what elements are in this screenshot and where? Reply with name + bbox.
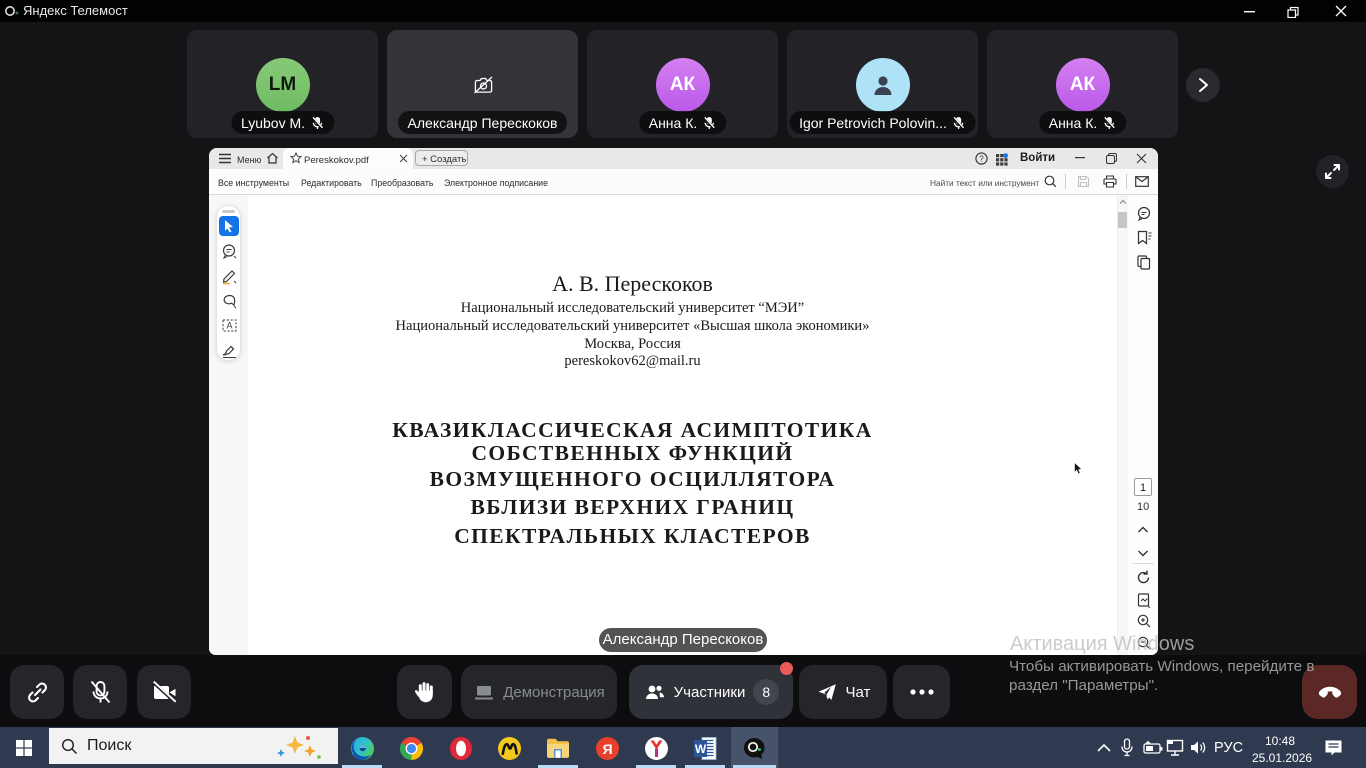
svg-text:A: A xyxy=(226,321,232,331)
svg-text:?: ? xyxy=(979,154,984,163)
svg-text:W: W xyxy=(695,742,707,756)
svg-text:Я: Я xyxy=(602,741,612,757)
